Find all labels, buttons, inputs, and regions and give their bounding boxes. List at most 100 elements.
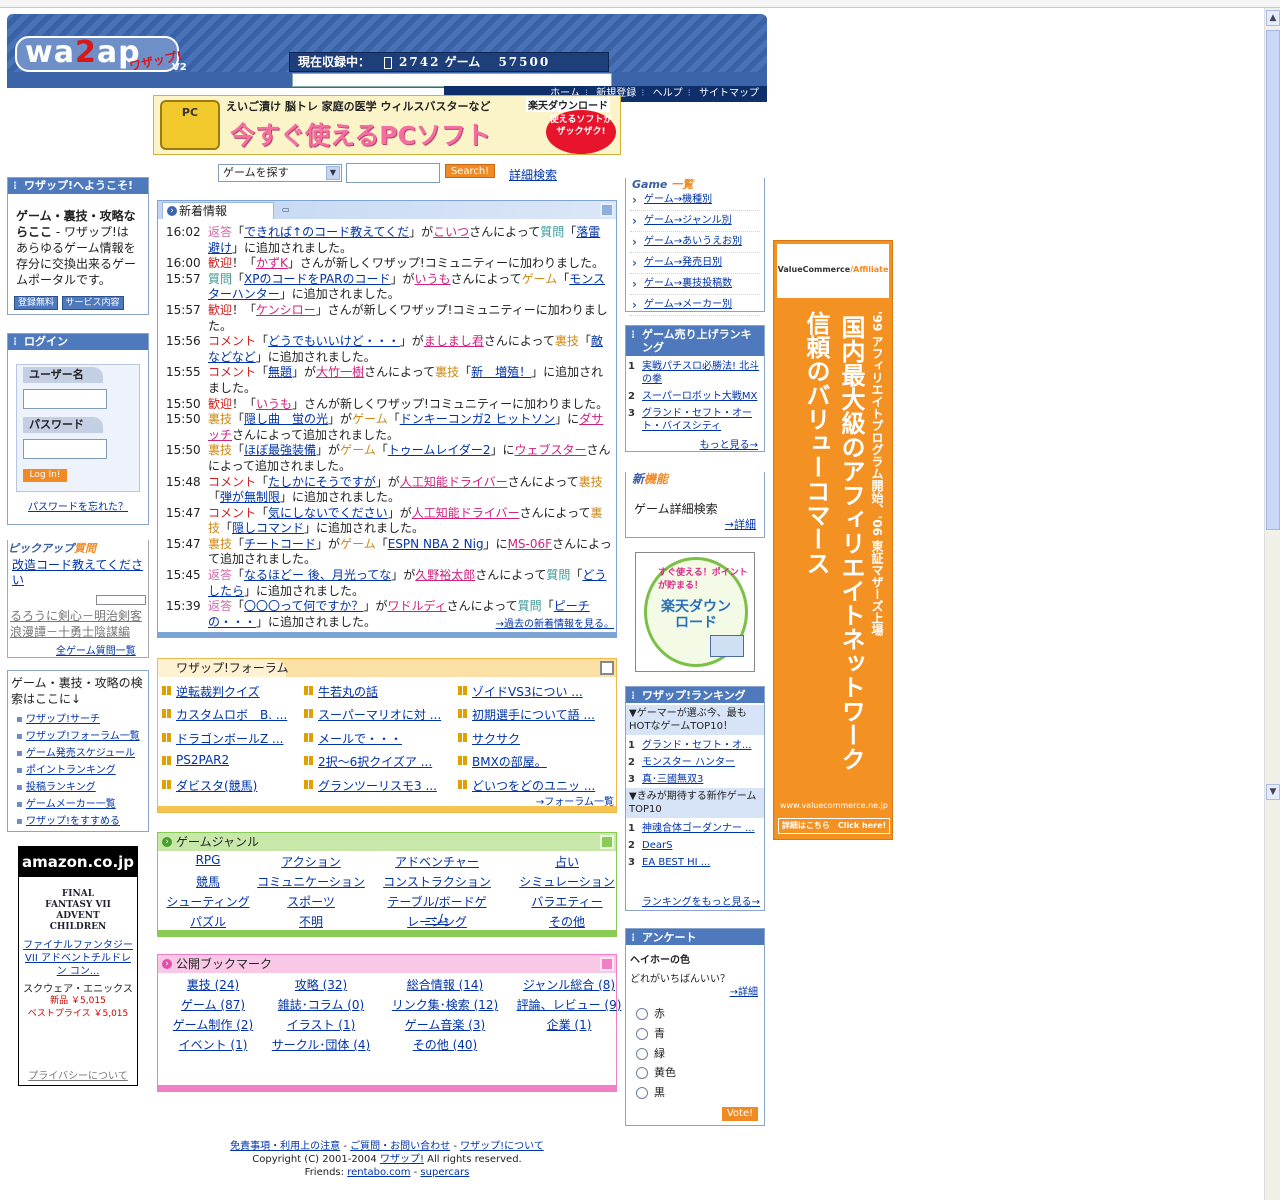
- vertical-scrollbar[interactable]: ▲ ▼: [1264, 8, 1280, 1200]
- nav-help[interactable]: ヘルプ: [653, 88, 683, 99]
- gamelist-item[interactable]: ゲーム→裏技投稿数: [630, 274, 760, 295]
- rank-link[interactable]: 神魂合体ゴーダンナー ...: [642, 823, 755, 834]
- new-feature-link[interactable]: →詳細: [725, 516, 756, 532]
- find-item[interactable]: ポイントランキング: [14, 762, 148, 779]
- vc-click-button[interactable]: 詳細はこちら Click here!: [778, 818, 890, 834]
- news-text[interactable]: 返答「なるほどー 後、月光ってな」が久野裕太郎さんによって質問「どうしたら」に追…: [208, 568, 606, 598]
- forum-topic[interactable]: PS2PAR2: [162, 753, 229, 767]
- forum-topic[interactable]: BMXの部屋。: [458, 753, 547, 770]
- genre-link[interactable]: 競馬: [153, 873, 263, 890]
- poll-option[interactable]: 黄色: [636, 1064, 676, 1080]
- forum-topic[interactable]: どいつをどのユニッ ...: [458, 777, 595, 794]
- forum-topic[interactable]: ドラゴンボールZ ...: [162, 730, 283, 747]
- bookmark-category[interactable]: イベント (1): [158, 1036, 268, 1053]
- bookmark-category[interactable]: その他 (40): [390, 1036, 500, 1053]
- find-link[interactable]: ワザップ!サーチ: [26, 714, 100, 725]
- rank-link[interactable]: 実戦パチスロ必勝法! 北斗の拳: [642, 361, 759, 385]
- find-item[interactable]: ワザップ!サーチ: [14, 711, 148, 728]
- poll-detail-link[interactable]: →詳細: [730, 983, 758, 998]
- bookmark-category[interactable]: 評論、レビュー (9): [514, 996, 624, 1013]
- product-title[interactable]: ファイナルファンタジーVII アドベントチルドレン コン...: [19, 939, 137, 978]
- gamelist-item[interactable]: ゲーム→ジャンル別: [630, 211, 760, 232]
- genre-link[interactable]: その他: [512, 913, 622, 930]
- news-text[interactable]: コメント「どうでもいいけど・・・」がましまし君さんによって裏技「敵などなど」に追…: [208, 334, 603, 364]
- pc-soft-banner[interactable]: PC えいご漬け 脳トレ 家庭の医学 ウィルスバスターなど 今すぐ使えるPCソフ…: [153, 95, 621, 155]
- forum-topic[interactable]: 2択～6択クイズア ...: [304, 753, 432, 770]
- find-item[interactable]: ゲーム発売スケジュール: [14, 745, 148, 762]
- news-text[interactable]: 質問「XPのコードをPARのコード」がいうもさんによってゲーム「モンスターハンタ…: [208, 272, 605, 302]
- bookmark-category[interactable]: ジャンル総合 (8): [514, 976, 624, 993]
- gamelist-item[interactable]: ゲーム→機種別: [630, 190, 760, 211]
- gamelist-link[interactable]: ゲーム→裏技投稿数: [644, 278, 732, 289]
- pickup-question-1[interactable]: 改造コード教えてください: [12, 558, 148, 588]
- footer-about-link[interactable]: ワザップ!について: [460, 1141, 544, 1152]
- gamelist-link[interactable]: ゲーム→発売日別: [644, 257, 722, 268]
- search-button[interactable]: Search!: [445, 164, 495, 178]
- rank-link[interactable]: スーパーロボット大戦MX: [642, 391, 757, 402]
- genre-link[interactable]: バラエティー: [512, 893, 622, 910]
- pickup-question-2[interactable]: るろうに剣心－明治剣客浪漫譚－十勇士陰謀編: [10, 608, 150, 640]
- forum-topic[interactable]: 牛若丸の話: [304, 683, 378, 700]
- friend-link[interactable]: rentabo.com: [347, 1167, 410, 1178]
- forum-topic[interactable]: ゾイドVS3につい ...: [458, 683, 583, 700]
- login-button[interactable]: Log In!: [23, 469, 67, 482]
- rank-link[interactable]: 真･三國無双3: [642, 774, 703, 785]
- bookmark-category[interactable]: 攻略 (32): [266, 976, 376, 993]
- find-link[interactable]: ワザップ!フォーラム一覧: [26, 731, 140, 742]
- advanced-search-link[interactable]: 詳細検索: [509, 166, 557, 183]
- rank-link[interactable]: グランド・セフト・オート・バイスシティ: [642, 408, 752, 432]
- product-cover[interactable]: FINAL FANTASY VII ADVENT CHILDREN: [40, 883, 116, 933]
- gamelist-item[interactable]: ゲーム→発売日別: [630, 253, 760, 274]
- footer-disclaimer-link[interactable]: 免責事項・利用上の注意: [230, 1141, 340, 1152]
- username-field[interactable]: [23, 389, 107, 409]
- bookmark-category[interactable]: ゲーム (87): [158, 996, 268, 1013]
- rank-link[interactable]: グランド・セフト・オ...: [642, 740, 752, 751]
- find-item[interactable]: ワザップ!をすすめる: [14, 813, 148, 830]
- genre-link[interactable]: レーシング: [382, 913, 492, 930]
- news-text[interactable]: 裏技「隠し曲 蛍の光」がゲーム「ドンキーコンガ2 ヒットソン」にダサッチさんによ…: [208, 412, 603, 442]
- radio-button[interactable]: [636, 1008, 648, 1020]
- find-link[interactable]: ワザップ!をすすめる: [26, 816, 120, 827]
- radio-button[interactable]: [636, 1048, 648, 1060]
- forgot-password-link[interactable]: パスワードを忘れた？: [28, 498, 128, 513]
- rank-link[interactable]: EA BEST HI ...: [642, 857, 710, 868]
- amazon-ad[interactable]: amazon.co.jp FINAL FANTASY VII ADVENT CH…: [18, 846, 138, 1086]
- rank-link[interactable]: モンスター ハンター: [642, 757, 735, 768]
- gamelist-link[interactable]: ゲーム→メーカー別: [644, 299, 732, 310]
- radio-button[interactable]: [636, 1067, 648, 1079]
- register-free-button[interactable]: 登録無料: [14, 296, 59, 310]
- find-link[interactable]: 投稿ランキング: [26, 782, 96, 793]
- bookmark-category[interactable]: 総合情報 (14): [390, 976, 500, 993]
- bookmark-category[interactable]: ゲーム音楽 (3): [390, 1016, 500, 1033]
- genre-link[interactable]: スポーツ: [256, 893, 366, 910]
- wranking-more-link[interactable]: ランキングをもっと見る→: [642, 893, 760, 908]
- gamelist-item[interactable]: ゲーム→メーカー別: [630, 295, 760, 316]
- bookmark-category[interactable]: 雑誌･コラム (0): [266, 996, 376, 1013]
- gamelist-link[interactable]: ゲーム→機種別: [644, 194, 712, 205]
- news-text[interactable]: 返答「できれば↑のコード教えてくだ」がこいつさんによって質問「落雷避け」に追加さ…: [208, 225, 600, 255]
- bookmark-category[interactable]: 企業 (1): [514, 1016, 624, 1033]
- scroll-thumb[interactable]: [1266, 30, 1280, 530]
- forum-topic[interactable]: 逆転裁判クイズ: [162, 683, 260, 700]
- genre-link[interactable]: 不明: [256, 913, 366, 930]
- news-text[interactable]: 歓迎！「いうも」さんが新しくワザップ!コミュニティーに加わりました。: [208, 397, 608, 411]
- genre-link[interactable]: パズル: [153, 913, 263, 930]
- sales-more-link[interactable]: もっと見る→: [700, 436, 758, 451]
- forum-topic[interactable]: メールで・・・: [304, 730, 402, 747]
- forum-topic[interactable]: サクサク: [458, 730, 520, 747]
- genre-link[interactable]: シューティング: [153, 893, 263, 910]
- news-text[interactable]: コメント「気にしないでください」が人工知能ドライバーさんによって裏技「隠しコマン…: [208, 506, 603, 536]
- password-field[interactable]: [23, 439, 107, 459]
- find-item[interactable]: ワザップ!フォーラム一覧: [14, 728, 148, 745]
- nav-sitemap[interactable]: サイトマップ: [699, 88, 759, 99]
- genre-link[interactable]: コンストラクション: [382, 873, 492, 890]
- news-more-link[interactable]: →過去の新着情報を見る。: [496, 615, 614, 630]
- genre-link[interactable]: コミュニケーション: [256, 873, 366, 890]
- find-link[interactable]: ゲーム発売スケジュール: [26, 748, 135, 759]
- bookmark-category[interactable]: ゲーム制作 (2): [158, 1016, 268, 1033]
- find-item[interactable]: ゲームメーカー一覧: [14, 796, 148, 813]
- header-input[interactable]: [292, 73, 612, 87]
- privacy-link[interactable]: プライバシーについて: [19, 1067, 137, 1082]
- bookmark-category[interactable]: 裏技 (24): [158, 976, 268, 993]
- genre-link[interactable]: アドベンチャー: [382, 853, 492, 870]
